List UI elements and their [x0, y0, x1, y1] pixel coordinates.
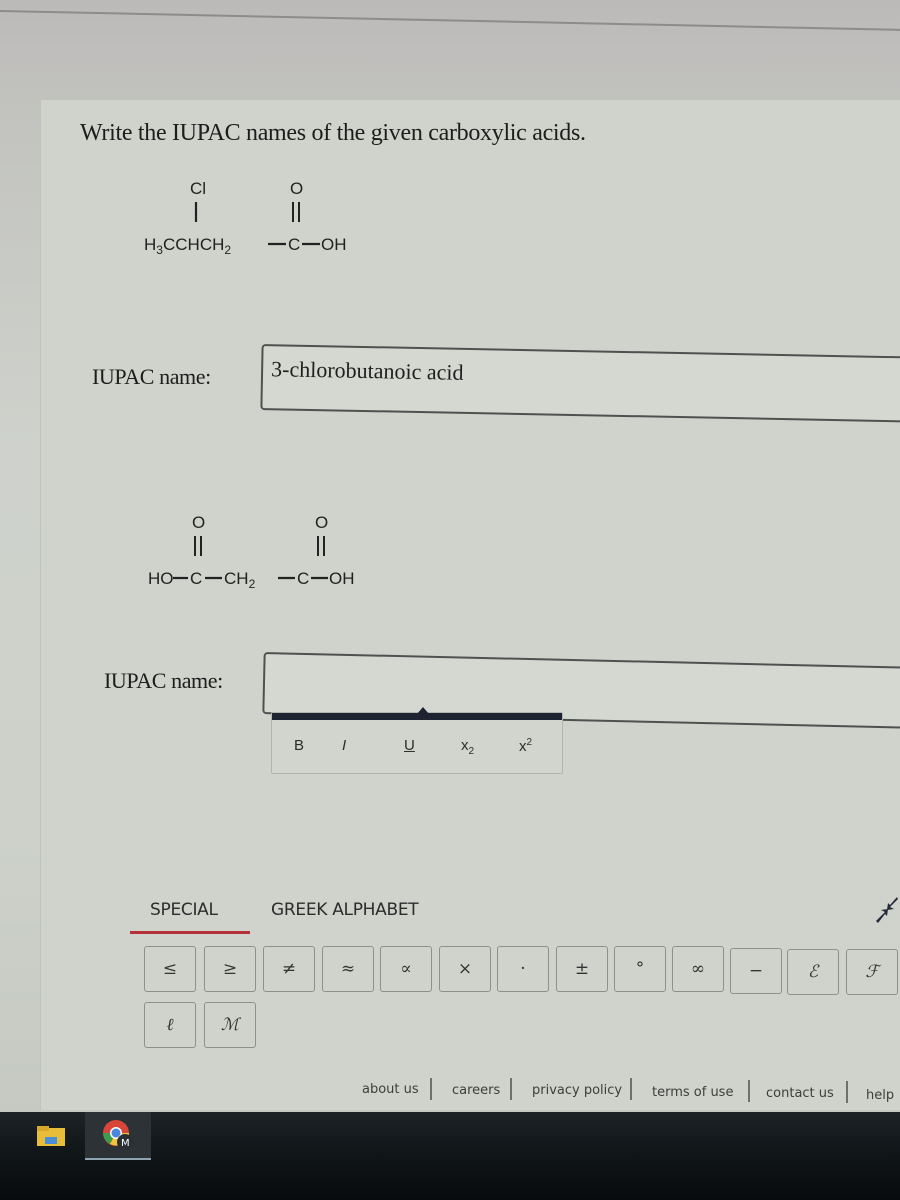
right-hydroxyl: OH	[329, 569, 355, 588]
footer-link-about-us[interactable]: about us	[362, 1082, 419, 1097]
toolbar-header-bar	[272, 713, 562, 720]
structure-2-drawing: O HO C CH2 O C OH	[148, 513, 355, 591]
format-toolbar: B I U x2 x2	[271, 707, 563, 774]
profile-badge: M	[121, 1138, 130, 1149]
left-carbonyl-oxygen: O	[192, 513, 205, 532]
bold-button[interactable]: B	[294, 737, 304, 754]
symbol-key-minus[interactable]: −	[730, 948, 782, 994]
right-carbon: C	[297, 569, 309, 588]
symbol-key-times[interactable]: ×	[439, 946, 491, 992]
symbol-key-approx[interactable]: ≈	[322, 946, 374, 992]
structure-2: O HO C CH2 O C OH	[148, 512, 428, 597]
question-prompt: Write the IUPAC names of the given carbo…	[80, 120, 586, 146]
active-tab-indicator	[130, 931, 250, 934]
footer-link-help[interactable]: help	[866, 1088, 894, 1103]
subscript-base: x	[461, 737, 469, 754]
monitor-screen: Write the IUPAC names of the given carbo…	[0, 0, 900, 1120]
footer-link-privacy-policy[interactable]: privacy policy	[532, 1083, 622, 1098]
iupac-name-label-2: IUPAC name:	[104, 668, 223, 693]
subscript-button[interactable]: x2	[461, 737, 474, 757]
carbonyl-oxygen: O	[290, 179, 303, 198]
footer-link-contact-us[interactable]: contact us	[766, 1086, 834, 1101]
symbol-key-less-equal[interactable]: ≤	[144, 946, 196, 992]
iupac-name-label-1: IUPAC name:	[92, 364, 211, 389]
chain-text: H3CCHCH2	[144, 235, 231, 257]
italic-button[interactable]: I	[342, 737, 346, 754]
chlorine-atom: Cl	[190, 179, 206, 198]
superscript-digit: 2	[526, 737, 533, 748]
left-hydroxyl: HO	[148, 569, 174, 588]
methylene-group: CH2	[224, 569, 256, 591]
footer-separator	[846, 1081, 848, 1103]
symbol-key-degree[interactable]: °	[614, 946, 666, 992]
screen-edge	[0, 10, 900, 69]
taskbar-chrome[interactable]: M	[85, 1112, 151, 1160]
carbon-atom: C	[288, 235, 300, 254]
superscript-base: x	[519, 738, 527, 755]
symbol-key-dot[interactable]: ·	[497, 946, 549, 992]
symbol-key-infinity[interactable]: ∞	[672, 946, 724, 992]
footer-separator	[630, 1078, 632, 1100]
tab-greek-alphabet[interactable]: GREEK ALPHABET	[271, 900, 419, 920]
left-carbon: C	[190, 569, 202, 588]
file-explorer-icon	[37, 1126, 65, 1146]
collapse-arrows-icon[interactable]	[868, 895, 900, 925]
iupac-name-input-1-value: 3-chlorobutanoic acid	[270, 356, 464, 385]
footer-separator	[430, 1078, 432, 1100]
symbol-key-plus-minus[interactable]: ±	[556, 946, 608, 992]
symbol-key-greater-equal[interactable]: ≥	[204, 946, 256, 992]
footer-separator	[748, 1080, 750, 1102]
taskbar-file-explorer[interactable]	[20, 1112, 82, 1160]
symbol-key-proportional[interactable]: ∝	[380, 946, 432, 992]
underline-button[interactable]: U	[404, 737, 415, 754]
footer-link-careers[interactable]: careers	[452, 1083, 500, 1098]
chrome-profile-icon: M	[103, 1120, 133, 1150]
footer-link-terms-of-use[interactable]: terms of use	[652, 1085, 733, 1100]
structure-1-drawing: Cl H3CCHCH2 O C OH	[144, 179, 347, 257]
taskbar: M	[0, 1112, 900, 1200]
symbol-key-script-f[interactable]: ℱ	[846, 949, 898, 995]
symbol-key-script-l[interactable]: ℓ	[144, 1002, 196, 1048]
structure-1: Cl H3CCHCH2 O C OH	[140, 178, 400, 268]
hydroxyl-group: OH	[321, 235, 347, 254]
subscript-digit: 2	[468, 746, 475, 757]
symbol-key-script-m[interactable]: ℳ	[204, 1002, 256, 1048]
iupac-name-input-1[interactable]: 3-chlorobutanoic acid	[260, 344, 900, 423]
footer-separator	[510, 1078, 512, 1100]
tab-special[interactable]: SPECIAL	[150, 900, 218, 920]
superscript-button[interactable]: x2	[519, 737, 532, 755]
symbol-key-not-equal[interactable]: ≠	[263, 946, 315, 992]
right-carbonyl-oxygen: O	[315, 513, 328, 532]
symbol-key-script-e[interactable]: ℰ	[787, 949, 839, 995]
